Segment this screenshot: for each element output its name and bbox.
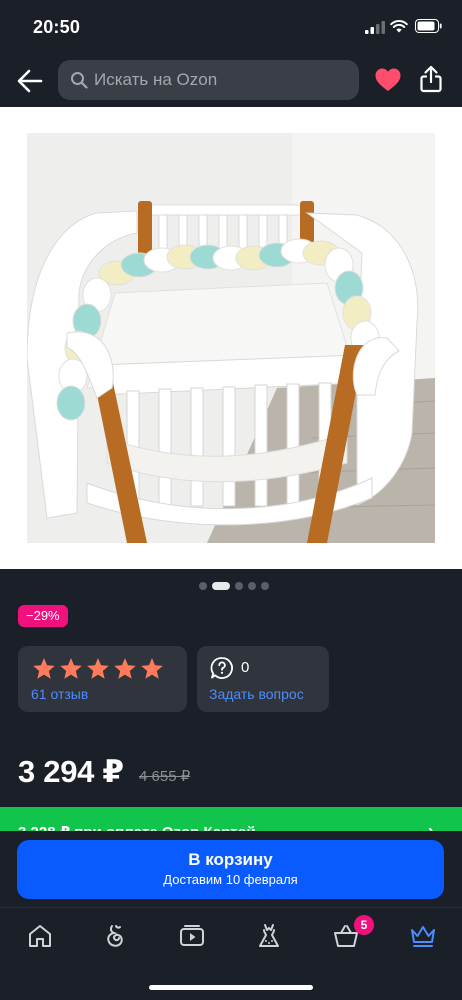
- star-icon: [141, 658, 163, 679]
- rating-card[interactable]: 61 отзыв: [18, 646, 187, 712]
- top-bar: Искать на Ozon: [0, 56, 462, 106]
- pagination-dot-active[interactable]: [212, 582, 230, 590]
- price: 3 294 ₽: [18, 754, 124, 789]
- status-bar: 20:50: [0, 0, 462, 56]
- pagination-dot[interactable]: [199, 582, 207, 590]
- star-icon: [87, 658, 109, 679]
- questions-count: 0: [241, 659, 250, 676]
- heart-icon[interactable]: [374, 67, 402, 93]
- product-image[interactable]: [27, 133, 435, 543]
- search-placeholder: Искать на Ozon: [94, 70, 218, 89]
- search-icon: [71, 72, 88, 89]
- home-indicator: [149, 985, 313, 990]
- home-icon[interactable]: [26, 922, 54, 950]
- share-icon[interactable]: [419, 65, 443, 93]
- cart-panel: В корзину Доставим 10 февраля: [0, 831, 462, 907]
- fresh-icon[interactable]: [102, 922, 130, 950]
- star-icon: [60, 658, 82, 679]
- add-to-cart-label: В корзину: [188, 850, 273, 869]
- old-price: 4 655 ₽: [139, 768, 191, 785]
- dress-icon[interactable]: [255, 922, 283, 950]
- pagination-dot[interactable]: [248, 582, 256, 590]
- questions-card[interactable]: 0 Задать вопрос: [197, 646, 329, 712]
- question-bubble-icon: [210, 657, 233, 679]
- cart-badge: 5: [354, 915, 374, 935]
- signal-icon: [365, 21, 385, 34]
- star-icon: [114, 658, 136, 679]
- pagination-dot[interactable]: [261, 582, 269, 590]
- battery-icon: [415, 19, 442, 33]
- star-icon: [33, 658, 55, 679]
- product-gallery[interactable]: [0, 107, 462, 569]
- status-time: 20:50: [33, 17, 81, 37]
- ask-question-link[interactable]: Задать вопрос: [209, 686, 304, 702]
- gallery-pagination: [0, 582, 462, 592]
- ozon-card-price-text: 3 228 ₽ при оплате Ozon Картой: [18, 823, 256, 831]
- video-icon[interactable]: [178, 922, 206, 950]
- add-to-cart-button[interactable]: В корзину Доставим 10 февраля: [17, 840, 444, 899]
- rating-stars: [32, 657, 164, 680]
- back-arrow-icon[interactable]: [16, 68, 44, 94]
- reviews-link[interactable]: 61 отзыв: [31, 686, 88, 702]
- search-input[interactable]: Искать на Ozon: [58, 60, 359, 100]
- crown-icon[interactable]: [409, 922, 437, 950]
- ozon-card-price-banner[interactable]: 3 228 ₽ при оплате Ozon Картой ›: [0, 807, 462, 831]
- discount-badge: −29%: [18, 605, 68, 627]
- pagination-dot[interactable]: [235, 582, 243, 590]
- delivery-date: Доставим 10 февраля: [163, 872, 298, 887]
- chevron-right-icon: ›: [428, 821, 434, 831]
- wifi-icon: [390, 20, 408, 33]
